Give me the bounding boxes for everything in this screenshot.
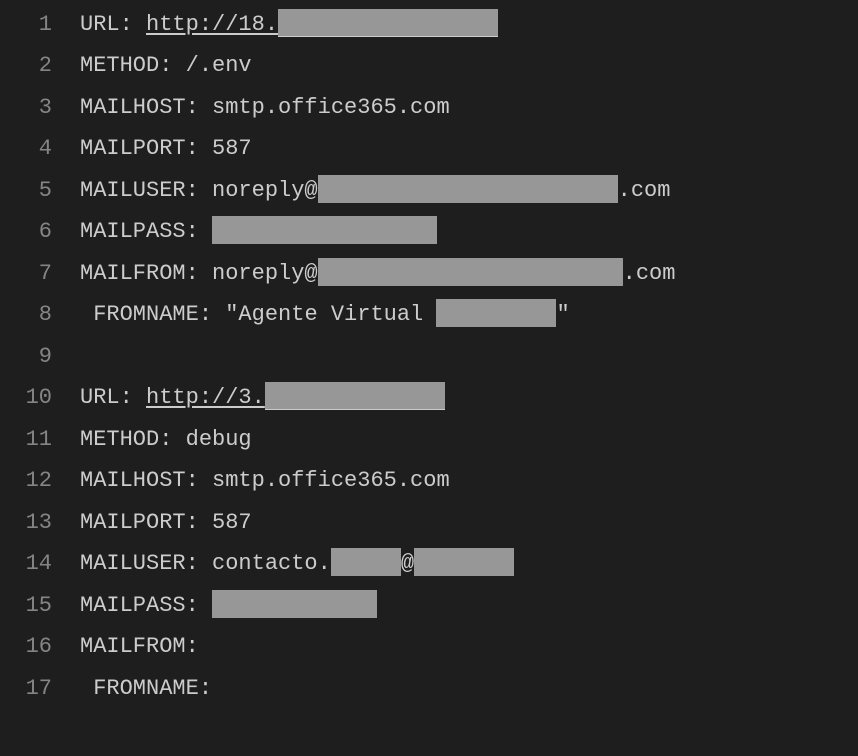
code-line[interactable]: 7MAILFROM: noreply@ .com [0,253,858,295]
text-segment: MAILHOST: smtp.office365.com [80,87,450,129]
code-line[interactable]: 12MAILHOST: smtp.office365.com [0,461,858,503]
line-number: 1 [0,4,80,46]
text-segment: MAILFROM: noreply@ [80,253,318,295]
text-segment: FROMNAME: [93,668,212,710]
redacted-block [318,175,618,203]
text-segment: MAILUSER: contacto. [80,543,331,585]
redacted-block [212,216,437,244]
text-segment: MAILPORT: 587 [80,502,252,544]
text-segment: .com [618,170,671,212]
line-number: 4 [0,128,80,170]
line-content[interactable]: URL: http://18. [80,4,498,46]
line-content[interactable]: MAILFROM: [80,626,199,668]
line-number: 10 [0,377,80,419]
text-segment: .com [623,253,676,295]
line-number: 16 [0,626,80,668]
line-content[interactable]: MAILHOST: smtp.office365.com [80,460,450,502]
redacted-block [318,258,623,286]
text-segment: MAILPORT: 587 [80,128,252,170]
code-line[interactable]: 3MAILHOST: smtp.office365.com [0,87,858,129]
code-line[interactable]: 15MAILPASS: [0,585,858,627]
text-segment: " [556,294,569,336]
code-line[interactable]: 1URL: http://18. [0,4,858,46]
code-line[interactable]: 14MAILUSER: contacto. @ [0,544,858,586]
text-segment: METHOD: debug [80,419,252,461]
redacted-block [265,382,445,410]
line-content[interactable]: FROMNAME: "Agente Virtual " [80,294,570,336]
redacted-block [436,299,556,327]
text-segment: METHOD: /.env [80,45,252,87]
code-line[interactable]: 6MAILPASS: [0,212,858,254]
code-line[interactable]: 5MAILUSER: noreply@ .com [0,170,858,212]
line-number: 5 [0,170,80,212]
text-segment: FROMNAME: "Agente Virtual [93,294,436,336]
redacted-block [278,9,498,37]
redacted-block [331,548,401,576]
line-content[interactable]: MAILUSER: contacto. @ [80,543,514,585]
line-content[interactable]: METHOD: /.env [80,45,252,87]
line-content[interactable]: MAILUSER: noreply@ .com [80,170,670,212]
line-number: 8 [0,294,80,336]
url-link[interactable]: http://18. [146,4,278,46]
line-number: 11 [0,419,80,461]
code-line[interactable]: 16MAILFROM: [0,627,858,669]
line-number: 13 [0,502,80,544]
code-line[interactable]: 4MAILPORT: 587 [0,129,858,171]
line-content[interactable]: MAILHOST: smtp.office365.com [80,87,450,129]
text-segment: URL: [80,4,146,46]
code-line[interactable]: 9 [0,336,858,378]
line-content[interactable]: MAILPASS: [80,211,437,253]
line-number: 17 [0,668,80,710]
code-line[interactable]: 13MAILPORT: 587 [0,502,858,544]
code-line[interactable]: 10URL: http://3. [0,378,858,420]
line-number: 14 [0,543,80,585]
text-segment: URL: [80,377,146,419]
line-content[interactable]: METHOD: debug [80,419,252,461]
code-line[interactable]: 2METHOD: /.env [0,46,858,88]
redacted-block [212,590,377,618]
line-content[interactable]: MAILPORT: 587 [80,128,252,170]
line-number: 15 [0,585,80,627]
code-line[interactable]: 8 FROMNAME: "Agente Virtual " [0,295,858,337]
text-segment: MAILFROM: [80,626,199,668]
line-content[interactable]: FROMNAME: [80,668,212,710]
code-line[interactable]: 11METHOD: debug [0,419,858,461]
text-segment: MAILHOST: smtp.office365.com [80,460,450,502]
line-content[interactable]: MAILFROM: noreply@ .com [80,253,675,295]
line-content[interactable]: MAILPASS: [80,585,377,627]
line-content[interactable]: MAILPORT: 587 [80,502,252,544]
indent [80,668,93,710]
line-number: 7 [0,253,80,295]
line-number: 12 [0,460,80,502]
line-number: 9 [0,336,80,378]
url-link[interactable]: http://3. [146,377,265,419]
line-number: 2 [0,45,80,87]
text-segment: MAILUSER: noreply@ [80,170,318,212]
code-line[interactable]: 17 FROMNAME: [0,668,858,710]
text-segment: @ [401,543,414,585]
code-editor[interactable]: 1URL: http://18.2METHOD: /.env3MAILHOST:… [0,0,858,710]
line-content[interactable]: URL: http://3. [80,377,445,419]
redacted-block [414,548,514,576]
text-segment: MAILPASS: [80,585,212,627]
indent [80,294,93,336]
line-number: 3 [0,87,80,129]
line-number: 6 [0,211,80,253]
text-segment: MAILPASS: [80,211,212,253]
